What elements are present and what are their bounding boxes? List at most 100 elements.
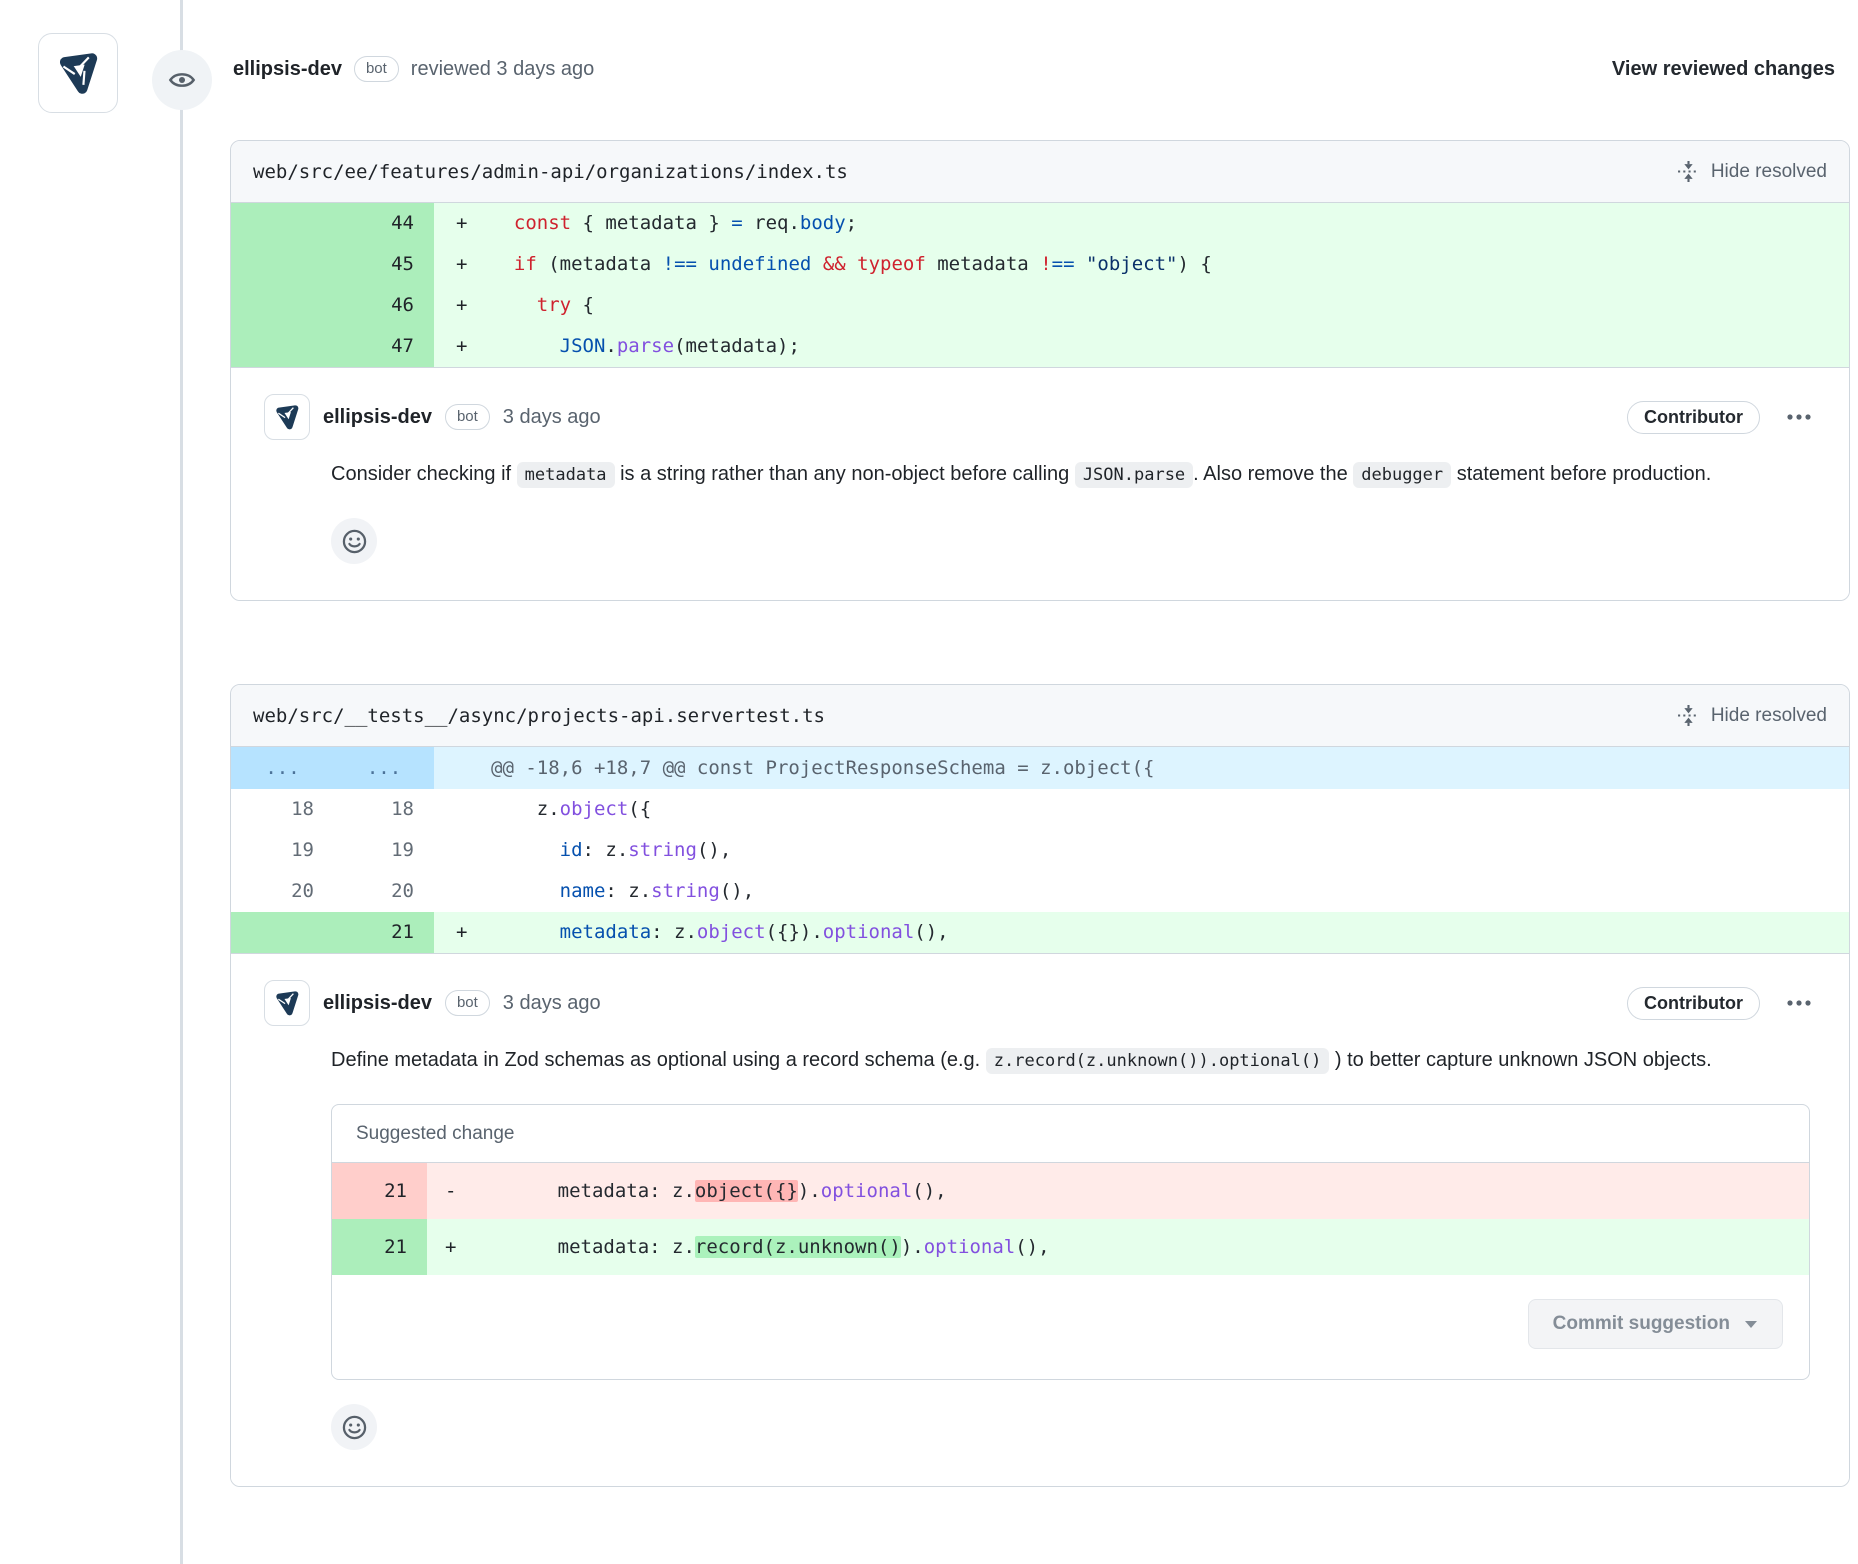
kebab-icon: [1786, 413, 1812, 421]
old-line-number: [231, 203, 334, 244]
comment-options-button[interactable]: [1782, 409, 1816, 425]
diff-line-hunk: ......@@ -18,6 +18,7 @@ const ProjectRes…: [231, 747, 1849, 789]
code-line: + JSON.parse(metadata);: [434, 326, 1849, 367]
diff-line-add: 21+ metadata: z.record(z.unknown()).opti…: [332, 1219, 1809, 1275]
pull-request-review-timeline: ellipsis-dev bot reviewed 3 days ago Vie…: [0, 0, 1858, 1564]
comment-body: Define metadata in Zod schemas as option…: [331, 1042, 1811, 1080]
diff-line-add: 44+ const { metadata } = req.body;: [231, 203, 1849, 244]
new-line-number: 47: [334, 326, 434, 367]
ellipsis-logo-icon: [51, 46, 105, 100]
old-line-number: [231, 285, 334, 326]
code-line: + metadata: z.object({}).optional(),: [434, 912, 1849, 953]
fold-icon: [1677, 704, 1700, 727]
review-comment: ellipsis-dev bot 3 days ago Contributor …: [231, 954, 1849, 1486]
ellipsis-logo-icon: [271, 401, 303, 433]
new-line-number: 44: [334, 203, 434, 244]
code-line: id: z.string(),: [434, 830, 1849, 871]
bot-badge: bot: [445, 990, 490, 1016]
comment-timestamp-link[interactable]: 3 days ago: [503, 406, 601, 429]
old-line-number: [231, 326, 334, 367]
review-header: ellipsis-dev bot reviewed 3 days ago Vie…: [233, 56, 1835, 82]
new-line-number: 21: [332, 1163, 427, 1219]
diff-line-context: 1818 z.object({: [231, 789, 1849, 830]
reviewer-name-link[interactable]: ellipsis-dev: [233, 58, 342, 81]
diff-table: ......@@ -18,6 +18,7 @@ const ProjectRes…: [231, 747, 1849, 954]
smiley-icon: [341, 528, 368, 555]
commit-suggestion-button[interactable]: Commit suggestion: [1528, 1299, 1783, 1349]
review-event-badge: [152, 50, 212, 110]
comment-avatar[interactable]: [264, 394, 310, 440]
comment-timestamp-link[interactable]: 3 days ago: [503, 992, 601, 1015]
smiley-icon: [341, 1414, 368, 1441]
bot-badge: bot: [445, 404, 490, 430]
comment-options-button[interactable]: [1782, 995, 1816, 1011]
comment-header: ellipsis-dev bot 3 days ago Contributor: [264, 394, 1816, 440]
hide-resolved-button[interactable]: Hide resolved: [1677, 160, 1827, 183]
inline-code: metadata: [517, 462, 615, 488]
hide-resolved-label: Hide resolved: [1711, 705, 1827, 727]
review-thread-card: web/src/ee/features/admin-api/organizati…: [230, 140, 1850, 601]
old-line-number: 19: [231, 830, 334, 871]
diff-line-context: 1919 id: z.string(),: [231, 830, 1849, 871]
kebab-icon: [1786, 999, 1812, 1007]
eye-icon: [168, 66, 196, 94]
diff-line-add: 21+ metadata: z.object({}).optional(),: [231, 912, 1849, 953]
code-line: @@ -18,6 +18,7 @@ const ProjectResponseS…: [434, 747, 1849, 789]
thread-file-header: web/src/__tests__/async/projects-api.ser…: [231, 685, 1849, 747]
inline-code: JSON.parse: [1075, 462, 1193, 488]
suggestion-diff-table: 21- metadata: z.object({}).optional(),21…: [332, 1163, 1809, 1275]
code-line: + metadata: z.record(z.unknown()).option…: [427, 1219, 1809, 1275]
hide-resolved-label: Hide resolved: [1711, 161, 1827, 183]
comment-author-link[interactable]: ellipsis-dev: [323, 406, 432, 429]
inline-code: z.record(z.unknown()).optional(): [986, 1048, 1330, 1074]
diff-line-add: 45+ if (metadata !== undefined && typeof…: [231, 244, 1849, 285]
new-line-number: 21: [332, 1219, 427, 1275]
new-line-number: 45: [334, 244, 434, 285]
comment-author-link[interactable]: ellipsis-dev: [323, 992, 432, 1015]
hide-resolved-button[interactable]: Hide resolved: [1677, 704, 1827, 727]
new-line-number: 20: [334, 871, 434, 912]
code-line: - metadata: z.object({}).optional(),: [427, 1163, 1809, 1219]
old-line-number: ...: [231, 747, 334, 789]
old-line-number: [231, 244, 334, 285]
suggestion-footer: Commit suggestion: [332, 1275, 1809, 1379]
comment-body: Consider checking if metadata is a strin…: [331, 456, 1811, 494]
review-thread-card: web/src/__tests__/async/projects-api.ser…: [230, 684, 1850, 1487]
emoji-reaction-button[interactable]: [331, 518, 377, 564]
code-line: + const { metadata } = req.body;: [434, 203, 1849, 244]
new-line-number: 18: [334, 789, 434, 830]
code-line: name: z.string(),: [434, 871, 1849, 912]
fold-icon: [1677, 160, 1700, 183]
code-line: + try {: [434, 285, 1849, 326]
comment-avatar[interactable]: [264, 980, 310, 1026]
code-line: + if (metadata !== undefined && typeof m…: [434, 244, 1849, 285]
comment-header: ellipsis-dev bot 3 days ago Contributor: [264, 980, 1816, 1026]
commit-suggestion-label: Commit suggestion: [1553, 1313, 1730, 1335]
diff-line-del: 21- metadata: z.object({}).optional(),: [332, 1163, 1809, 1219]
review-comment: ellipsis-dev bot 3 days ago Contributor …: [231, 368, 1849, 600]
new-line-number: 21: [334, 912, 434, 953]
old-line-number: 18: [231, 789, 334, 830]
old-line-number: 20: [231, 871, 334, 912]
reviewer-avatar[interactable]: [38, 33, 118, 113]
ellipsis-logo-icon: [271, 987, 303, 1019]
suggested-change-label: Suggested change: [332, 1105, 1809, 1163]
view-reviewed-changes-link[interactable]: View reviewed changes: [1612, 58, 1835, 81]
bot-badge: bot: [354, 56, 399, 82]
file-path-link[interactable]: web/src/__tests__/async/projects-api.ser…: [253, 705, 825, 727]
contributor-badge: Contributor: [1627, 987, 1760, 1020]
new-line-number: 19: [334, 830, 434, 871]
diff-line-add: 46+ try {: [231, 285, 1849, 326]
new-line-number: 46: [334, 285, 434, 326]
timeline-line: [180, 0, 183, 1564]
code-line: z.object({: [434, 789, 1849, 830]
inline-code: debugger: [1353, 462, 1451, 488]
caret-down-icon: [1744, 1320, 1758, 1329]
emoji-reaction-button[interactable]: [331, 1404, 377, 1450]
new-line-number: ...: [334, 747, 434, 789]
file-path-link[interactable]: web/src/ee/features/admin-api/organizati…: [253, 161, 848, 183]
suggested-change-panel: Suggested change 21- metadata: z.object(…: [331, 1104, 1810, 1380]
old-line-number: [231, 912, 334, 953]
diff-line-add: 47+ JSON.parse(metadata);: [231, 326, 1849, 367]
review-action-text: reviewed 3 days ago: [411, 58, 594, 81]
